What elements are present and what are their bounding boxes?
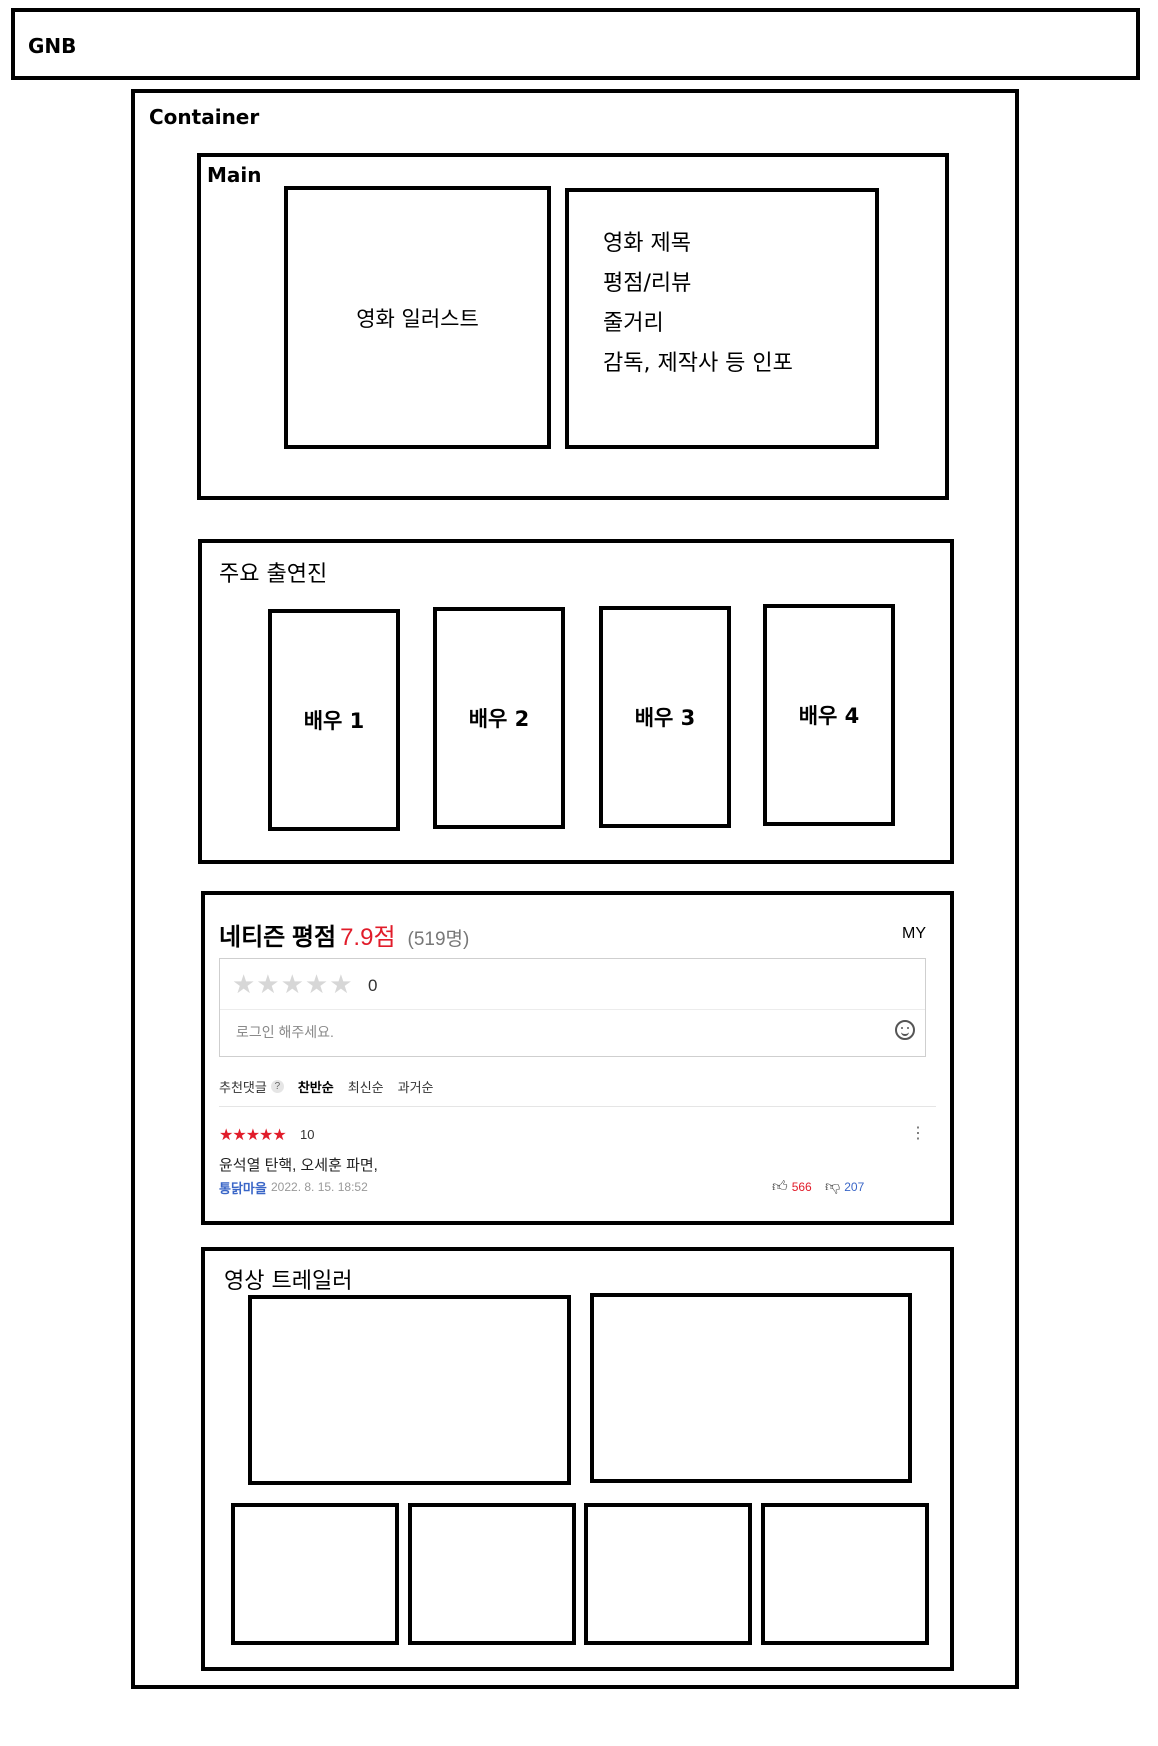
info-rating-review: 평점/리뷰 — [603, 271, 692, 296]
sort-divider — [219, 1106, 936, 1107]
cast-label: 주요 출연진 — [219, 562, 328, 587]
actor-name: 배우 3 — [634, 706, 696, 730]
dislike-button[interactable]: 👎︎ 207 — [825, 1178, 864, 1196]
my-button[interactable]: MY — [902, 925, 926, 943]
actor-card-2[interactable]: 배우 2 — [433, 607, 565, 829]
trailer-label: 영상 트레일러 — [224, 1269, 353, 1294]
trailer-thumb-2[interactable] — [408, 1503, 576, 1645]
movie-info-box: 영화 제목 평점/리뷰 줄거리 감독, 제작사 등 인포 — [565, 188, 879, 449]
rating-value: 0 — [368, 976, 378, 995]
info-credits: 감독, 제작사 등 인포 — [603, 351, 793, 376]
dislike-count: 207 — [844, 1180, 865, 1194]
rating-stars-input[interactable]: ★★★★★ — [232, 969, 354, 1000]
comment-text: 윤석열 탄핵, 오세훈 파면, — [219, 1157, 378, 1174]
main-label: Main — [207, 163, 262, 187]
emoji-icon[interactable] — [895, 1020, 915, 1040]
review-score: 7.9점 — [340, 924, 396, 951]
review-count: (519명) — [407, 929, 470, 950]
trailer-thumb-1[interactable] — [231, 1503, 399, 1645]
review-title: 네티즌 평점 — [219, 924, 337, 951]
actor-card-4[interactable]: 배우 4 — [763, 604, 895, 826]
comment-score: 10 — [300, 1127, 315, 1142]
actor-name: 배우 4 — [798, 704, 860, 728]
sort-pro-con[interactable]: 찬반순 — [298, 1077, 334, 1096]
comment-date: 2022. 8. 15. 18:52 — [271, 1180, 368, 1194]
movie-illustration-box: 영화 일러스트 — [284, 186, 551, 449]
review-header: 네티즌 평점 7.9점 (519명) — [219, 917, 469, 952]
more-options-icon[interactable]: ⋮ — [910, 1123, 926, 1143]
actor-name: 배우 2 — [468, 707, 530, 731]
review-textarea-placeholder[interactable]: 로그인 해주세요. — [236, 1022, 334, 1042]
trailer-video-2[interactable] — [590, 1293, 912, 1483]
actor-name: 배우 1 — [303, 709, 365, 733]
trailer-thumb-4[interactable] — [761, 1503, 929, 1645]
info-movie-title: 영화 제목 — [603, 231, 691, 256]
trailer-video-1[interactable] — [248, 1295, 571, 1485]
thumbs-up-icon: 👍︎ — [772, 1178, 788, 1195]
gnb: GNB — [11, 8, 1140, 80]
trailer-thumb-3[interactable] — [584, 1503, 752, 1645]
gnb-label: GNB — [28, 34, 77, 58]
sort-recommended[interactable]: 추천댓글 — [219, 1077, 267, 1096]
info-plot: 줄거리 — [603, 311, 664, 336]
actor-card-1[interactable]: 배우 1 — [268, 609, 400, 831]
help-icon[interactable]: ? — [270, 1080, 284, 1093]
actor-card-3[interactable]: 배우 3 — [599, 606, 731, 828]
comment-stars: ★★★★★ — [219, 1127, 287, 1144]
movie-illustration-label: 영화 일러스트 — [356, 306, 479, 331]
container-label: Container — [149, 105, 260, 129]
input-divider — [220, 1009, 925, 1010]
sort-options: 추천댓글 ? 찬반순 최신순 과거순 — [219, 1077, 448, 1096]
review-input-box[interactable]: ★★★★★ 0 로그인 해주세요. — [219, 958, 926, 1057]
comment-user[interactable]: 통닭마을 — [219, 1178, 267, 1197]
sort-oldest[interactable]: 과거순 — [398, 1077, 434, 1096]
review-section: 네티즌 평점 7.9점 (519명) MY ★★★★★ 0 로그인 해주세요. … — [201, 891, 954, 1225]
sort-latest[interactable]: 최신순 — [348, 1077, 384, 1096]
like-count: 566 — [791, 1180, 812, 1194]
thumbs-down-icon: 👎︎ — [825, 1178, 841, 1195]
like-button[interactable]: 👍︎ 566 — [772, 1178, 812, 1196]
